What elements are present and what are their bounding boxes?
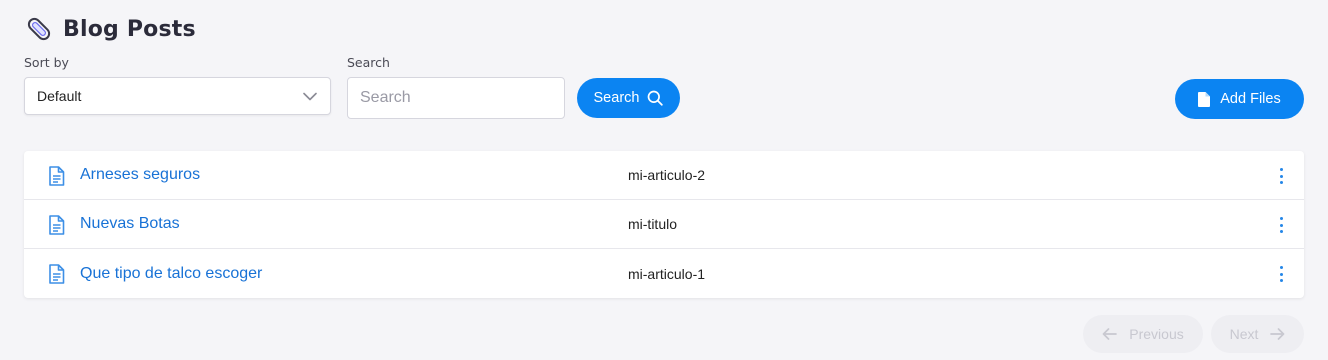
document-icon: [48, 264, 65, 284]
more-options-icon[interactable]: [1276, 215, 1286, 235]
previous-label: Previous: [1129, 326, 1184, 342]
add-files-label: Add Files: [1220, 91, 1281, 107]
document-icon: [48, 166, 65, 186]
document-icon: [48, 215, 65, 235]
search-icon: [647, 90, 664, 106]
search-label: Search: [347, 55, 390, 70]
search-input[interactable]: [347, 77, 565, 119]
sort-by-value: Default: [37, 88, 82, 104]
list-item[interactable]: Que tipo de talco escoger mi-articulo-1: [24, 249, 1304, 298]
add-files-button[interactable]: Add Files: [1175, 79, 1304, 119]
page-title: Blog Posts: [63, 16, 196, 42]
sort-by-label: Sort by: [24, 55, 69, 70]
post-slug: mi-articulo-2: [628, 167, 706, 183]
post-title-link[interactable]: Que tipo de talco escoger: [80, 265, 262, 283]
sort-by-select[interactable]: Default: [24, 77, 331, 115]
paperclip-icon: [24, 14, 54, 44]
list-item[interactable]: Nuevas Botas mi-titulo: [24, 200, 1304, 249]
page-header: Blog Posts: [24, 14, 196, 44]
search-button-label: Search: [593, 90, 640, 106]
more-options-icon[interactable]: [1276, 166, 1286, 186]
chevron-down-icon: [302, 88, 318, 104]
posts-list: Arneses seguros mi-articulo-2 Nuevas Bot…: [24, 151, 1304, 298]
post-title-link[interactable]: Nuevas Botas: [80, 215, 180, 233]
next-page-button[interactable]: Next: [1211, 315, 1304, 353]
file-icon: [1198, 91, 1211, 107]
list-item[interactable]: Arneses seguros mi-articulo-2: [24, 151, 1304, 200]
post-slug: mi-titulo: [628, 216, 678, 232]
more-options-icon[interactable]: [1276, 264, 1286, 284]
search-button[interactable]: Search: [577, 78, 680, 118]
next-label: Next: [1229, 326, 1259, 342]
arrow-right-icon: [1270, 328, 1285, 340]
previous-page-button[interactable]: Previous: [1083, 315, 1203, 353]
post-title-link[interactable]: Arneses seguros: [80, 166, 200, 184]
arrow-left-icon: [1102, 328, 1118, 340]
blog-posts-page: Blog Posts Sort by Search Default Search…: [0, 0, 1328, 360]
post-slug: mi-articulo-1: [628, 265, 706, 282]
